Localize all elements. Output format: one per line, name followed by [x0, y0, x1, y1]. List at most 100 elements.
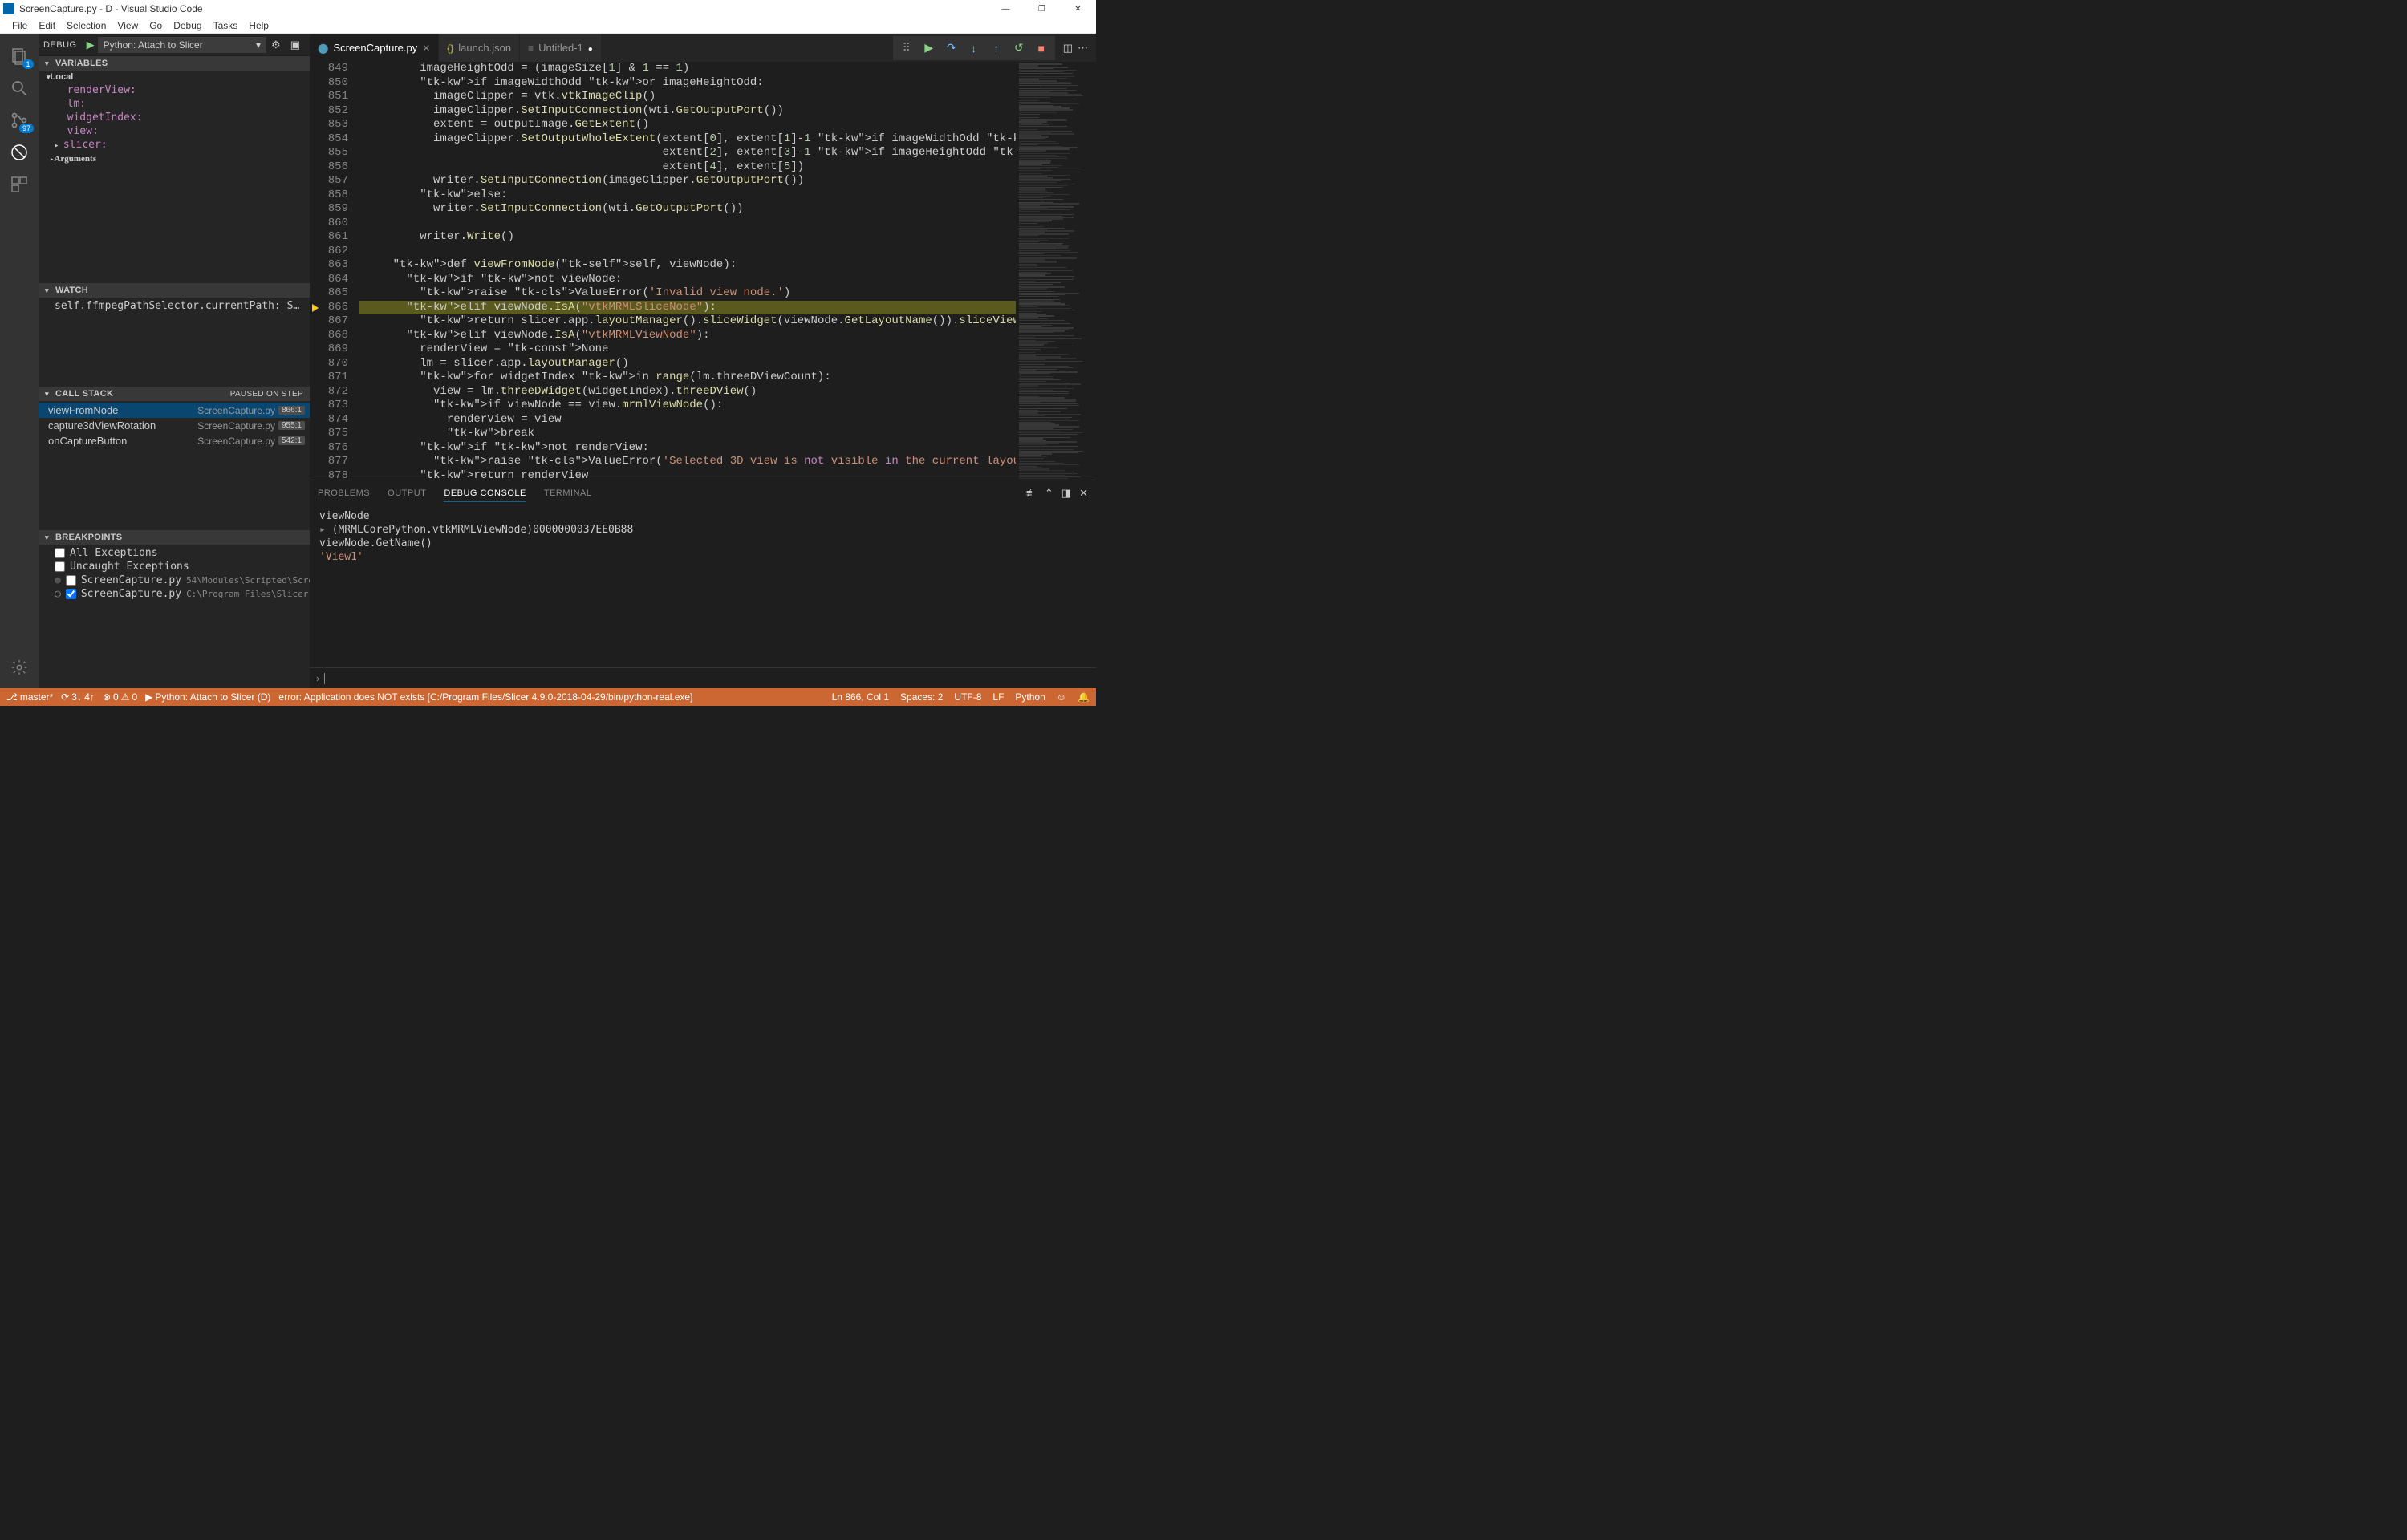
editor-tab[interactable]: ≡Untitled-1: [520, 34, 602, 62]
feedback-icon[interactable]: ☺: [1057, 691, 1066, 703]
window-title: ScreenCapture.py - D - Visual Studio Cod…: [19, 3, 988, 14]
panel-up-icon[interactable]: ⌃: [1045, 487, 1053, 500]
variable-row[interactable]: renderView:: [39, 83, 310, 97]
minimize-button[interactable]: —: [988, 0, 1024, 18]
variables-local-scope[interactable]: ▾Local: [39, 72, 310, 83]
close-button[interactable]: ✕: [1060, 0, 1096, 18]
notifications-icon[interactable]: 🔔: [1078, 691, 1090, 703]
status-error-message: error: Application does NOT exists [C:/P…: [278, 691, 823, 703]
step-into-icon[interactable]: ↓: [964, 38, 984, 59]
bp-checkbox[interactable]: [66, 589, 76, 599]
step-out-icon[interactable]: ↑: [986, 38, 1007, 59]
menu-selection[interactable]: Selection: [61, 20, 112, 31]
bottom-panel: PROBLEMS OUTPUT DEBUG CONSOLE TERMINAL ≢ ⌃…: [310, 480, 1096, 688]
breakpoints-header[interactable]: ▾BREAKPOINTS: [39, 530, 310, 545]
code-editor[interactable]: 8498508518528538548558568578588598608618…: [310, 62, 1096, 480]
bp-checkbox[interactable]: [55, 561, 65, 572]
editor-tab[interactable]: ⬤ScreenCapture.py✕: [310, 34, 439, 62]
search-tab[interactable]: [0, 72, 39, 104]
restart-icon[interactable]: ↺: [1009, 38, 1029, 59]
menu-view[interactable]: View: [112, 20, 144, 31]
cursor-position[interactable]: Ln 866, Col 1: [832, 691, 889, 703]
panel-tab-debug-console[interactable]: DEBUG CONSOLE: [444, 485, 526, 502]
panel-tab-problems[interactable]: PROBLEMS: [318, 485, 370, 502]
stop-icon[interactable]: ■: [1031, 38, 1052, 59]
menubar: FileEditSelectionViewGoDebugTasksHelp: [0, 18, 1096, 34]
variable-row[interactable]: lm:: [39, 97, 310, 111]
line-gutter: 8498508518528538548558568578588598608618…: [310, 62, 359, 480]
menu-debug[interactable]: Debug: [168, 20, 207, 31]
bp-all-exceptions[interactable]: All Exceptions: [39, 546, 310, 560]
variable-row[interactable]: view:: [39, 124, 310, 138]
step-over-icon[interactable]: ↷: [941, 38, 962, 59]
debug-config-select[interactable]: Python: Attach to Slicer▾: [98, 37, 266, 53]
errors-warnings[interactable]: ⊗0 ⚠0: [103, 691, 137, 703]
callstack-frame[interactable]: viewFromNodeScreenCapture.py866:1: [39, 403, 310, 418]
debug-console-input[interactable]: ›: [310, 667, 1096, 688]
debug-settings-icon[interactable]: ⚙: [266, 38, 286, 51]
file-icon: ≡: [528, 43, 534, 54]
maximize-button[interactable]: ❐: [1024, 0, 1060, 18]
scm-tab[interactable]: 97: [0, 104, 39, 136]
callstack-frame[interactable]: onCaptureButtonScreenCapture.py542:1: [39, 433, 310, 448]
indent-spaces[interactable]: Spaces: 2: [900, 691, 943, 703]
continue-icon[interactable]: ▶: [919, 38, 940, 59]
encoding[interactable]: UTF-8: [954, 691, 981, 703]
console-line: viewNode.GetName(): [319, 537, 1086, 550]
modified-icon: [588, 42, 593, 54]
bp-checkbox[interactable]: [55, 548, 65, 558]
sync-icon: ⟳: [61, 691, 69, 703]
code-content[interactable]: imageHeightOdd = (imageSize[1] & 1 == 1)…: [359, 62, 1016, 480]
clear-console-icon[interactable]: ≢: [1026, 487, 1037, 500]
minimap[interactable]: [1016, 62, 1096, 480]
bp-uncaught-exceptions[interactable]: Uncaught Exceptions: [39, 560, 310, 573]
watch-header[interactable]: ▾WATCH: [39, 283, 310, 298]
panel-close-icon[interactable]: ✕: [1079, 487, 1088, 500]
menu-tasks[interactable]: Tasks: [208, 20, 244, 31]
close-tab-icon[interactable]: ✕: [422, 43, 430, 54]
eol[interactable]: LF: [992, 691, 1004, 703]
callstack-frame[interactable]: capture3dViewRotationScreenCapture.py955…: [39, 418, 310, 433]
explorer-tab[interactable]: 1: [0, 40, 39, 72]
menu-go[interactable]: Go: [144, 20, 168, 31]
debug-console-output[interactable]: viewNode▸ (MRMLCorePython.vtkMRMLViewNod…: [310, 506, 1096, 667]
panel-maximize-icon[interactable]: ◨: [1061, 487, 1071, 500]
settings-gear[interactable]: [0, 651, 39, 683]
bp-checkbox[interactable]: [66, 575, 76, 586]
variable-row[interactable]: widgetIndex:: [39, 111, 310, 124]
git-branch[interactable]: ⎇master*: [6, 691, 53, 703]
watch-item[interactable]: self.ffmpegPathSelector.currentPath: Scr…: [39, 299, 310, 313]
panel-tab-output[interactable]: OUTPUT: [388, 485, 426, 502]
more-icon[interactable]: ⋯: [1078, 42, 1088, 55]
variables-arguments-scope[interactable]: ▸Arguments: [39, 152, 310, 165]
window-titlebar: ScreenCapture.py - D - Visual Studio Cod…: [0, 0, 1096, 18]
status-bar: ⎇master* ⟳3↓ 4↑ ⊗0 ⚠0 ▶ Python: Attach t…: [0, 688, 1096, 706]
file-icon: ⬤: [318, 43, 328, 54]
explorer-badge: 1: [22, 59, 34, 69]
variables-header[interactable]: ▾VARIABLES: [39, 56, 310, 71]
start-debug-icon[interactable]: ▶: [87, 38, 95, 51]
editor-tab[interactable]: {}launch.json: [439, 34, 520, 62]
panel-tab-terminal[interactable]: TERMINAL: [544, 485, 592, 502]
extensions-tab[interactable]: [0, 168, 39, 201]
editor-tabs: ⬤ScreenCapture.py✕{}launch.json≡Untitled…: [310, 34, 1096, 62]
menu-edit[interactable]: Edit: [33, 20, 61, 31]
debug-console-icon[interactable]: ▣: [286, 38, 305, 51]
menu-help[interactable]: Help: [243, 20, 274, 31]
debug-toolbar[interactable]: ⠿ ▶ ↷ ↓ ↑ ↺ ■: [893, 36, 1055, 60]
debug-config-bar: DEBUG ▶ Python: Attach to Slicer▾ ⚙ ▣: [39, 34, 310, 56]
split-editor-icon[interactable]: ◫: [1063, 42, 1073, 55]
debug-tab[interactable]: [0, 136, 39, 168]
activity-bar: 1 97: [0, 34, 39, 688]
drag-handle-icon[interactable]: ⠿: [896, 38, 917, 59]
variable-row[interactable]: ▸ slicer:: [39, 138, 310, 152]
callstack-panel: ▾CALL STACK PAUSED ON STEP viewFromNodeS…: [39, 387, 310, 450]
git-sync[interactable]: ⟳3↓ 4↑: [61, 691, 95, 703]
breakpoint-item[interactable]: ○ScreenCapture.py C:\Program Files\Slice…: [39, 587, 310, 601]
menu-file[interactable]: File: [6, 20, 33, 31]
breakpoint-item[interactable]: ●ScreenCapture.py 54\Modules\Scripted\Sc…: [39, 573, 310, 587]
language-mode[interactable]: Python: [1015, 691, 1045, 703]
callstack-header[interactable]: ▾CALL STACK PAUSED ON STEP: [39, 387, 310, 401]
debug-target[interactable]: ▶ Python: Attach to Slicer (D): [145, 691, 270, 703]
debug-sidebar: DEBUG ▶ Python: Attach to Slicer▾ ⚙ ▣ ▾V…: [39, 34, 310, 688]
